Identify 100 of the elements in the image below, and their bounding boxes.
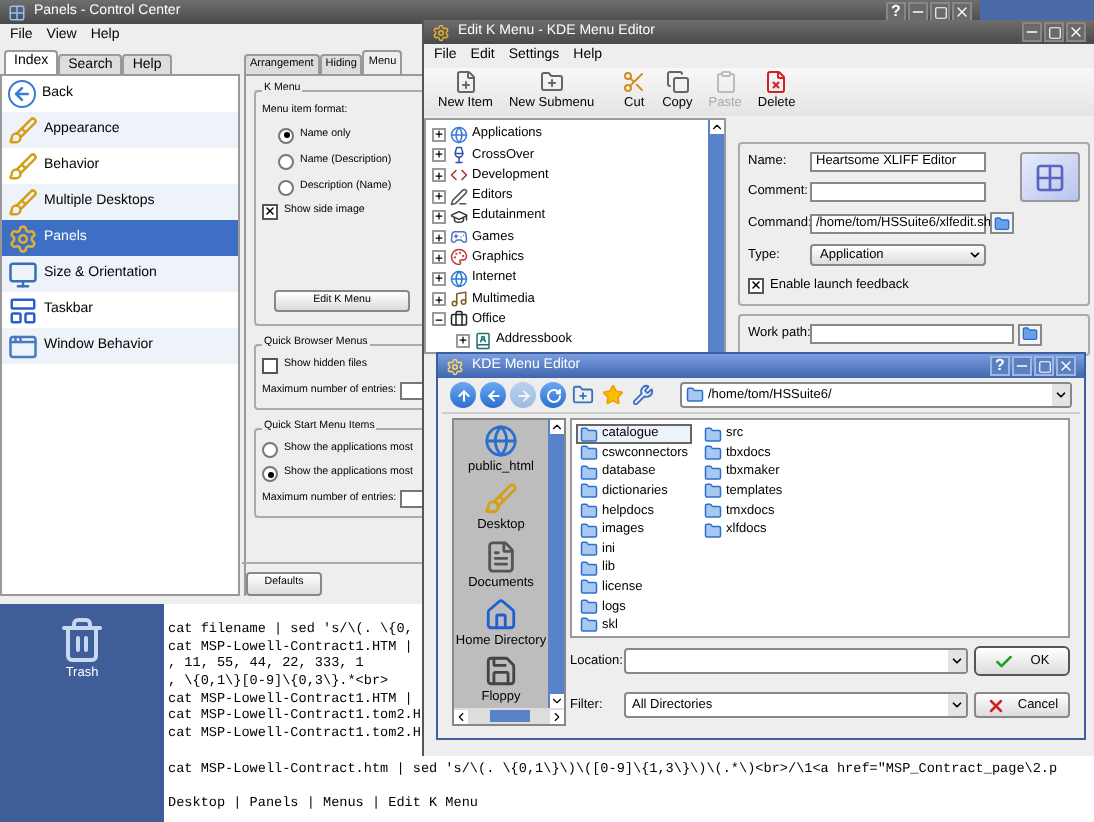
palette-icon [450, 248, 468, 267]
brush-icon [8, 151, 38, 181]
brush-icon [8, 187, 38, 217]
browse-button[interactable] [1018, 323, 1042, 346]
close-icon [1058, 358, 1074, 375]
expand-toggle[interactable] [456, 333, 470, 348]
plus-icon [434, 128, 444, 141]
expand-toggle[interactable] [432, 168, 446, 183]
maximize-button[interactable] [930, 2, 950, 22]
plus-icon [434, 210, 444, 223]
new-folder-icon [539, 70, 564, 95]
globe-icon [450, 269, 468, 288]
folder-icon [580, 521, 598, 540]
folder-icon [580, 578, 598, 597]
app-icon [446, 357, 464, 376]
scrollbar[interactable] [548, 420, 564, 708]
taskbar-icon [8, 295, 38, 325]
radio-button[interactable] [278, 153, 294, 170]
app-icon [432, 23, 450, 41]
help-button[interactable]: ? [886, 2, 906, 22]
plus-icon [434, 231, 444, 244]
folder-icon [704, 425, 722, 444]
minimize-button[interactable] [1012, 356, 1032, 377]
scissors-icon [622, 70, 647, 95]
maximize-icon [1047, 25, 1061, 39]
comment-field[interactable] [810, 182, 986, 202]
folder-icon [704, 463, 722, 482]
close-icon [954, 4, 970, 20]
radio-button[interactable] [262, 466, 278, 482]
plus-icon [434, 190, 444, 203]
checkbox[interactable] [262, 358, 278, 374]
clipboard-icon [713, 70, 738, 95]
briefcase-icon [450, 310, 468, 329]
new-folder-icon[interactable] [570, 382, 596, 409]
radio-button[interactable] [278, 179, 294, 196]
delete-file-icon [764, 70, 789, 95]
grid-icon [1034, 161, 1066, 193]
plus-icon [458, 334, 468, 347]
radio-button[interactable] [262, 442, 278, 458]
plus-icon [434, 272, 444, 285]
folder-icon [704, 482, 722, 501]
music-icon [450, 290, 468, 309]
work-path-field[interactable] [810, 324, 1014, 345]
plus-icon [434, 169, 444, 182]
expand-toggle[interactable] [432, 209, 446, 224]
wrench-icon[interactable] [630, 382, 656, 409]
scrollbar[interactable] [708, 120, 724, 352]
app-icon-button[interactable] [1020, 152, 1080, 202]
folder-icon [704, 501, 722, 520]
horizontal-scrollbar[interactable] [454, 708, 564, 724]
expand-toggle[interactable] [432, 250, 446, 265]
folder-icon [704, 444, 722, 463]
folder-icon [580, 482, 598, 501]
help-button[interactable]: ? [990, 356, 1010, 377]
maximize-button[interactable] [1044, 22, 1064, 42]
expand-toggle[interactable] [432, 127, 446, 142]
location-field[interactable] [624, 648, 968, 675]
globe-icon [450, 125, 468, 144]
close-button[interactable] [1066, 22, 1086, 42]
up-arrow-icon[interactable] [549, 420, 563, 435]
checkbox[interactable] [262, 203, 278, 220]
trash-can-icon [58, 616, 106, 664]
maximize-button[interactable] [1034, 356, 1054, 377]
brush-icon [8, 115, 38, 145]
minimize-button[interactable] [908, 2, 928, 22]
expand-toggle[interactable] [432, 189, 446, 204]
cross-icon [985, 695, 1006, 716]
plus-icon [434, 148, 444, 161]
gamepad-icon [450, 228, 468, 247]
code-icon [450, 166, 468, 185]
left-arrow-icon[interactable] [454, 709, 468, 723]
expand-toggle[interactable] [432, 230, 446, 245]
up-arrow-icon[interactable] [709, 120, 723, 134]
folder-icon [580, 597, 598, 616]
down-arrow-icon[interactable] [549, 694, 563, 708]
radio-button[interactable] [278, 127, 294, 144]
expand-toggle[interactable] [432, 271, 446, 286]
close-icon [1068, 24, 1084, 40]
copy-icon [665, 70, 690, 95]
expand-toggle[interactable] [432, 312, 446, 327]
number-field[interactable] [400, 382, 422, 400]
reload-icon[interactable] [540, 382, 566, 409]
right-arrow-icon[interactable] [550, 709, 564, 723]
expand-toggle[interactable] [432, 147, 446, 162]
minimize-button[interactable] [1022, 22, 1042, 42]
folder-icon [580, 463, 598, 482]
close-button[interactable] [952, 2, 972, 22]
number-field[interactable] [400, 490, 422, 508]
glass-icon [450, 145, 468, 164]
folder-icon [580, 559, 598, 578]
close-button[interactable] [1056, 356, 1076, 377]
folder-icon [704, 521, 722, 540]
expand-toggle[interactable] [432, 292, 446, 307]
document-icon [484, 539, 518, 574]
monitor-icon [8, 259, 38, 289]
star-icon[interactable] [600, 382, 626, 409]
folder-icon [580, 501, 598, 520]
browse-button[interactable] [990, 212, 1014, 234]
graduation-cap-icon [450, 207, 468, 226]
checkbox[interactable] [748, 277, 764, 294]
